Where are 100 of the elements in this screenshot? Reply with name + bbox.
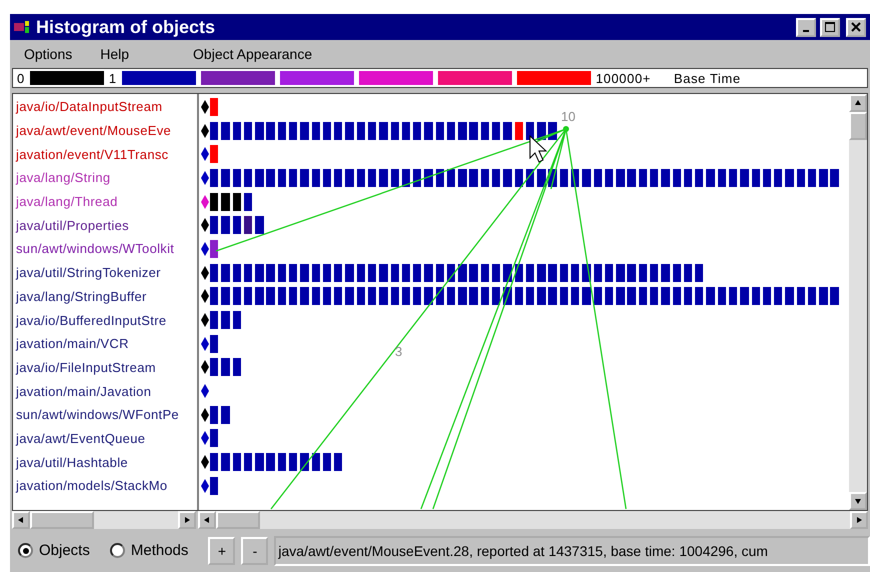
histogram-block[interactable] <box>458 168 467 187</box>
histogram-block[interactable] <box>604 264 614 282</box>
histogram-block[interactable] <box>232 453 241 472</box>
histogram-block[interactable] <box>684 264 692 282</box>
histogram-block[interactable] <box>232 216 241 234</box>
histogram-block[interactable] <box>548 287 557 306</box>
histogram-block[interactable] <box>300 287 309 306</box>
histogram-block[interactable] <box>436 168 444 187</box>
histogram-block[interactable] <box>808 168 816 187</box>
histogram-block[interactable] <box>446 122 456 140</box>
histogram-block[interactable] <box>740 287 749 306</box>
histogram-block[interactable] <box>424 122 433 140</box>
histogram-block[interactable] <box>312 168 320 187</box>
histogram-block[interactable] <box>345 122 354 140</box>
histogram-block[interactable] <box>232 287 241 306</box>
histogram-block[interactable] <box>334 287 342 306</box>
histogram-block[interactable] <box>661 168 670 187</box>
histogram-block[interactable] <box>638 287 648 306</box>
histogram-block[interactable] <box>402 264 410 282</box>
histogram-block[interactable] <box>627 287 636 306</box>
close-button[interactable] <box>846 18 866 36</box>
class-name[interactable]: sun/awt/windows/WToolkit <box>13 237 197 261</box>
histogram-block[interactable] <box>752 287 760 306</box>
histogram-block[interactable] <box>255 287 264 306</box>
histogram-block[interactable] <box>695 287 704 306</box>
histogram-block[interactable] <box>288 287 298 306</box>
histogram-block[interactable] <box>424 264 433 282</box>
class-name[interactable]: java/lang/Thread <box>13 190 197 214</box>
histogram-block[interactable] <box>288 453 298 472</box>
histogram-block[interactable] <box>322 453 332 472</box>
histogram-block[interactable] <box>288 168 298 187</box>
class-name[interactable]: java/awt/EventQueue <box>13 426 197 450</box>
scroll-thumb[interactable] <box>849 112 867 140</box>
histogram-block[interactable] <box>356 287 366 306</box>
histogram-block[interactable] <box>594 264 602 282</box>
histogram-block[interactable] <box>785 287 794 306</box>
histogram-block[interactable] <box>390 168 399 187</box>
histogram-block[interactable] <box>830 168 839 187</box>
histogram-block[interactable] <box>796 287 806 306</box>
scroll-thumb[interactable] <box>216 511 260 529</box>
histogram-block[interactable] <box>740 168 749 187</box>
histogram-block[interactable] <box>548 264 557 282</box>
histogram-block[interactable] <box>266 453 275 472</box>
class-name[interactable]: java/util/Hashtable <box>13 450 197 474</box>
histogram-block[interactable] <box>334 264 342 282</box>
histogram-block[interactable] <box>672 287 681 306</box>
histogram-block[interactable] <box>446 168 456 187</box>
histogram-block[interactable] <box>436 122 444 140</box>
histogram-block[interactable] <box>402 168 410 187</box>
histogram-block[interactable] <box>266 287 275 306</box>
histogram-block[interactable] <box>210 311 218 330</box>
histogram-block[interactable] <box>503 122 512 140</box>
class-name[interactable]: java/io/DataInputStream <box>13 95 197 119</box>
histogram-block[interactable] <box>684 287 692 306</box>
histogram-block[interactable] <box>413 264 422 282</box>
histogram-block[interactable] <box>244 192 252 211</box>
histogram-block[interactable] <box>312 122 320 140</box>
histogram-block[interactable] <box>424 287 433 306</box>
histogram-block[interactable] <box>560 264 568 282</box>
histogram-block[interactable] <box>232 122 241 140</box>
histogram-block[interactable] <box>266 264 275 282</box>
histogram-block[interactable] <box>244 216 252 234</box>
class-name[interactable]: java/util/Properties <box>13 213 197 238</box>
histogram-block[interactable] <box>221 264 230 282</box>
histogram-block[interactable] <box>210 334 218 353</box>
histogram-block[interactable] <box>774 287 782 306</box>
histogram-block[interactable] <box>345 168 354 187</box>
class-name[interactable]: sun/awt/windows/WFontPe <box>13 402 197 427</box>
histogram-block[interactable] <box>266 122 275 140</box>
class-name[interactable]: java/lang/StringBuffer <box>13 284 197 308</box>
menu-item[interactable]: Object Appearance <box>193 46 312 62</box>
histogram-block[interactable] <box>774 168 782 187</box>
class-name[interactable]: java/io/BufferedInputStre <box>13 308 197 332</box>
class-name[interactable]: java/lang/String <box>13 166 197 190</box>
histogram-block[interactable] <box>368 122 376 140</box>
view-radio[interactable]: Objects <box>18 542 90 559</box>
histogram-block[interactable] <box>638 264 648 282</box>
histogram-block[interactable] <box>526 122 534 140</box>
histogram-block[interactable] <box>480 168 490 187</box>
histogram-block[interactable] <box>537 168 546 187</box>
class-name[interactable]: javation/main/VCR <box>13 332 197 356</box>
histogram-block[interactable] <box>728 287 738 306</box>
histogram-block[interactable] <box>469 168 478 187</box>
histogram-block[interactable] <box>255 122 264 140</box>
histogram-block[interactable] <box>210 240 218 258</box>
histogram-block[interactable] <box>390 264 399 282</box>
menu-item[interactable]: Help <box>100 46 130 62</box>
class-name[interactable]: javation/event/V11Transc <box>13 142 197 166</box>
histogram-block[interactable] <box>221 122 230 140</box>
class-name[interactable]: java/util/StringTokenizer <box>13 260 197 284</box>
histogram-block[interactable] <box>413 287 422 306</box>
histogram-block[interactable] <box>221 406 230 424</box>
histogram-block[interactable] <box>221 168 230 187</box>
histogram-block[interactable] <box>571 264 580 282</box>
histogram-block[interactable] <box>514 168 523 187</box>
histogram-block[interactable] <box>334 122 342 140</box>
histogram-block[interactable] <box>594 168 602 187</box>
histogram-block[interactable] <box>322 264 332 282</box>
histogram-block[interactable] <box>356 168 366 187</box>
histogram-block[interactable] <box>594 287 602 306</box>
